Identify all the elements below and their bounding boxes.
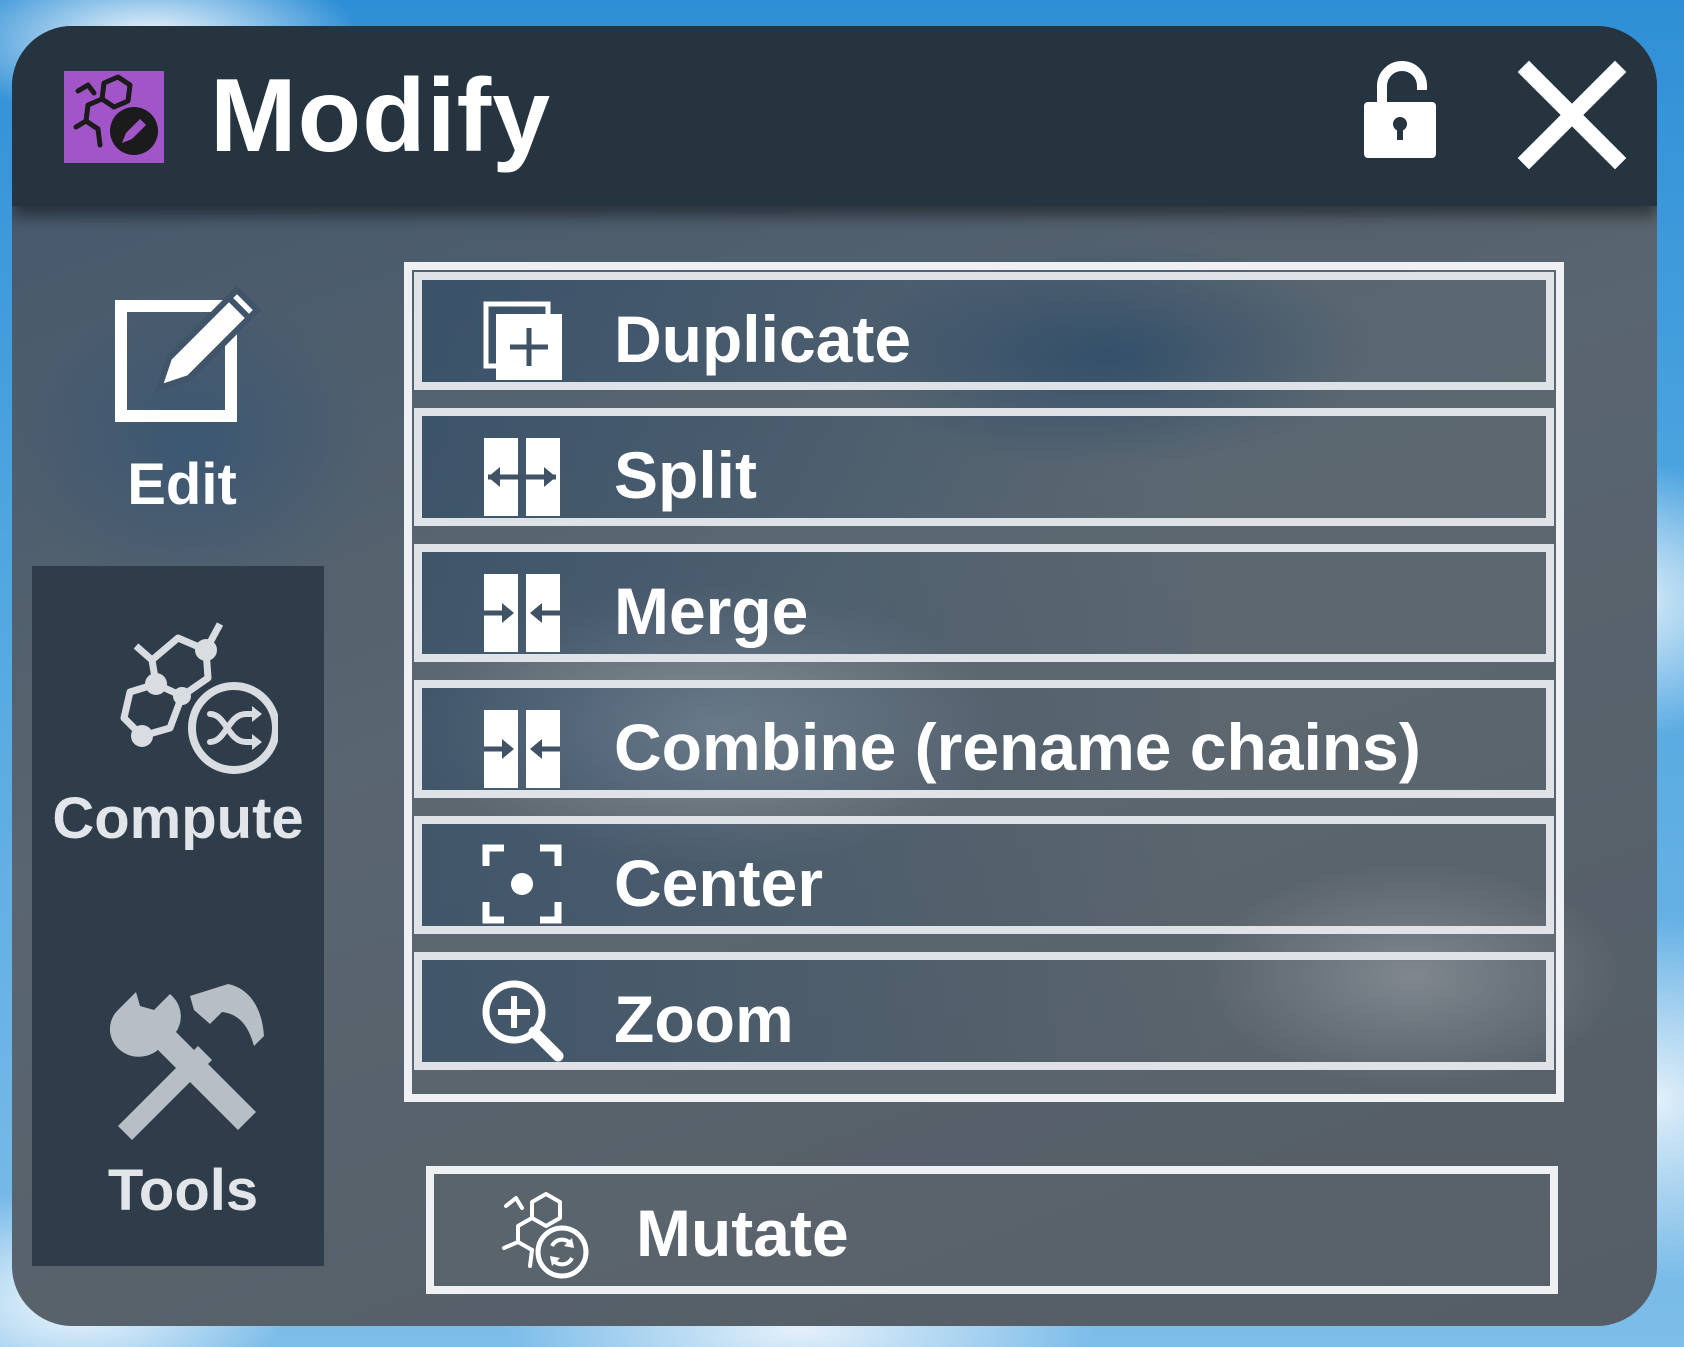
unlock-button[interactable] bbox=[1360, 60, 1440, 160]
tab-tools[interactable]: Tools bbox=[48, 976, 318, 1224]
merge-label: Merge bbox=[614, 574, 809, 648]
combine-icon bbox=[484, 710, 560, 788]
mutate-button[interactable]: Mutate bbox=[426, 1166, 1558, 1294]
tab-edit[interactable]: Edit bbox=[72, 276, 292, 518]
molecule-refresh-icon bbox=[502, 1192, 589, 1279]
split-label: Split bbox=[614, 438, 757, 512]
zoom-label: Zoom bbox=[614, 982, 794, 1056]
merge-icon bbox=[484, 574, 560, 652]
merge-button[interactable]: Merge bbox=[414, 544, 1554, 662]
molecule-shuffle-icon bbox=[120, 622, 280, 774]
close-icon bbox=[1517, 60, 1627, 170]
combine-label: Combine (rename chains) bbox=[614, 710, 1421, 784]
edit-icon bbox=[115, 285, 262, 422]
center-button[interactable]: Center bbox=[414, 816, 1554, 934]
tab-edit-label: Edit bbox=[127, 452, 237, 517]
close-button[interactable] bbox=[1517, 60, 1627, 170]
tab-compute-label: Compute bbox=[52, 786, 304, 851]
split-button[interactable]: Split bbox=[414, 408, 1554, 526]
tab-compute[interactable]: Compute bbox=[32, 606, 324, 852]
title-bar[interactable]: Modify bbox=[12, 26, 1657, 206]
zoom-in-icon bbox=[482, 980, 564, 1062]
zoom-button[interactable]: Zoom bbox=[414, 952, 1554, 1070]
window-title: Modify bbox=[210, 58, 552, 174]
center-label: Center bbox=[614, 846, 824, 920]
tab-tools-label: Tools bbox=[107, 1158, 259, 1223]
duplicate-label: Duplicate bbox=[614, 302, 912, 376]
unlock-icon bbox=[1364, 61, 1436, 158]
duplicate-button[interactable]: Duplicate bbox=[414, 272, 1554, 390]
center-focus-icon bbox=[482, 844, 562, 924]
modify-panel: Modify Edit Compute Tools Duplicate Spli… bbox=[12, 26, 1657, 1326]
duplicate-icon bbox=[483, 301, 562, 380]
mutate-label: Mutate bbox=[636, 1196, 849, 1270]
combine-button[interactable]: Combine (rename chains) bbox=[414, 680, 1554, 798]
molecule-edit-icon bbox=[64, 71, 164, 163]
split-icon bbox=[484, 438, 560, 516]
tools-icon bbox=[109, 984, 264, 1140]
